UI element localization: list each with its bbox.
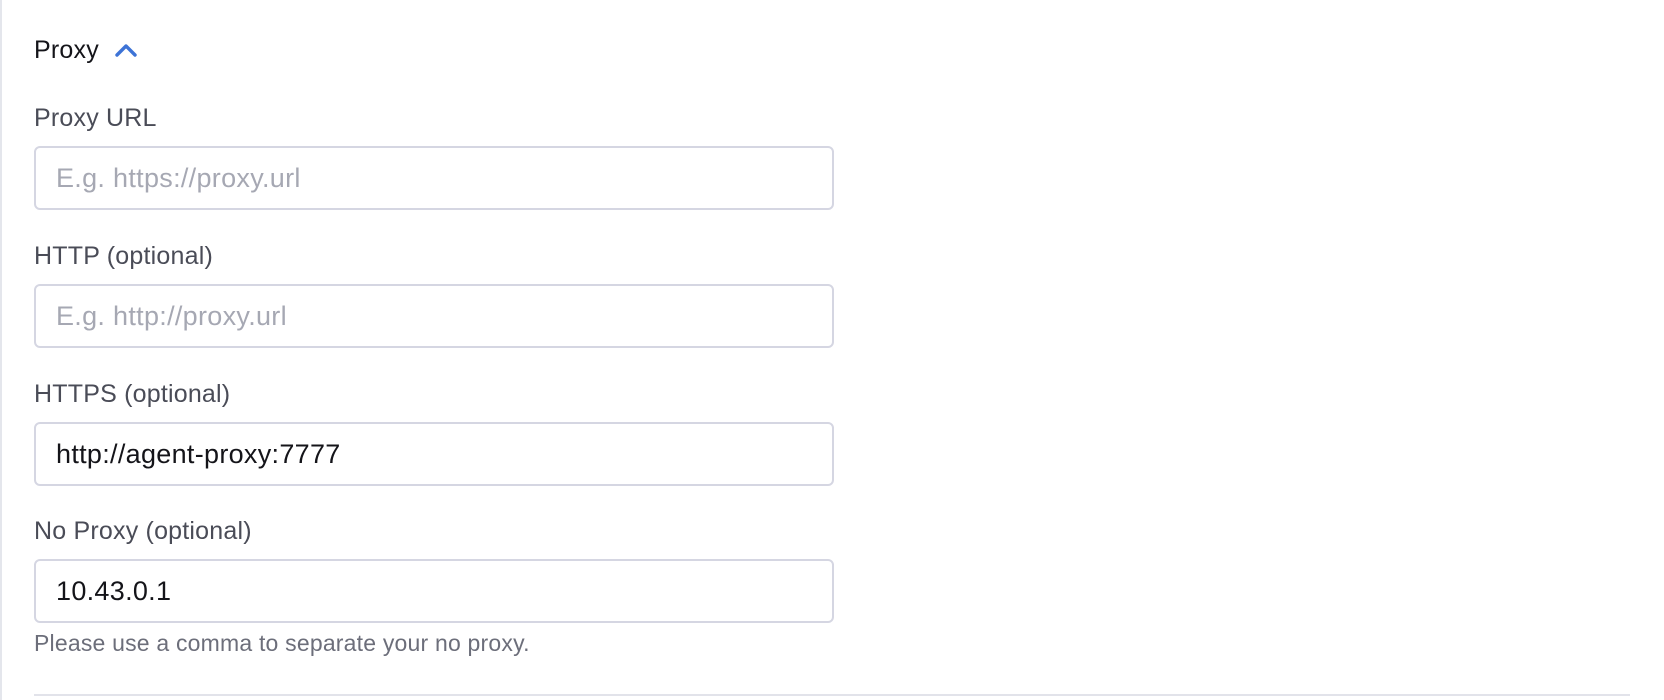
http-label: HTTP (optional) xyxy=(34,242,213,270)
no-proxy-input[interactable] xyxy=(34,559,834,623)
section-title: Proxy xyxy=(34,35,99,64)
http-input[interactable] xyxy=(34,284,834,348)
https-field-group: HTTPS (optional) xyxy=(34,378,834,486)
chevron-up-icon[interactable] xyxy=(113,37,139,63)
http-field-group: HTTP (optional) xyxy=(34,240,834,348)
section-divider xyxy=(34,694,1630,696)
no-proxy-help-text: Please use a comma to separate your no p… xyxy=(34,630,530,656)
proxy-settings-panel: Proxy Proxy URL HTTP (optional) HTTPS (o… xyxy=(0,0,1664,700)
https-label: HTTPS (optional) xyxy=(34,380,231,408)
proxy-section-toggle[interactable]: Proxy xyxy=(34,30,139,70)
no-proxy-label: No Proxy (optional) xyxy=(34,517,252,545)
proxy-url-field-group: Proxy URL xyxy=(34,102,834,210)
https-input[interactable] xyxy=(34,422,834,486)
proxy-url-label: Proxy URL xyxy=(34,104,157,132)
no-proxy-field-group: No Proxy (optional) xyxy=(34,515,834,623)
proxy-url-input[interactable] xyxy=(34,146,834,210)
panel-left-border xyxy=(0,0,2,700)
